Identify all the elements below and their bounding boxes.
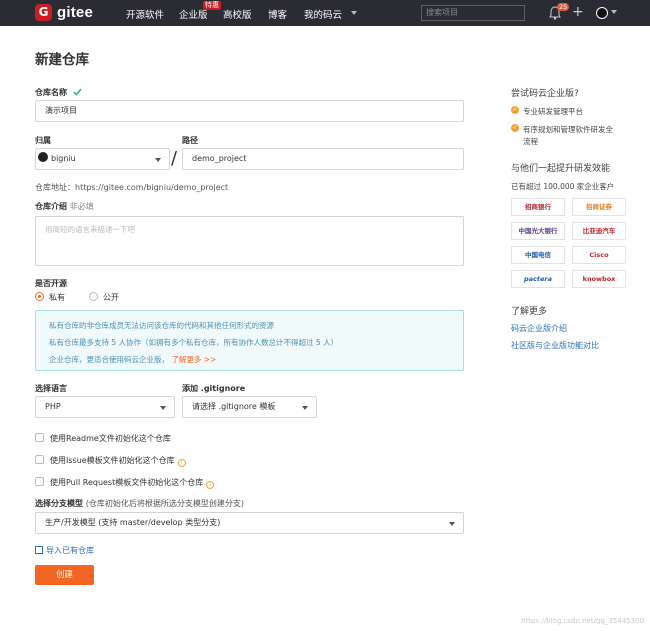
description-label: 仓库介绍 非必填 (35, 202, 94, 211)
avatar (38, 152, 48, 162)
owner-value: bigniu (51, 154, 76, 163)
path-input[interactable]: demo_project (182, 148, 464, 170)
readme-checkbox[interactable] (35, 433, 44, 442)
repo-address: 仓库地址：https://gitee.com/bigniu/demo_proje… (35, 183, 229, 192)
edition-compare-link[interactable]: 社区版与企业版功能对比 (511, 340, 599, 351)
promo-badge: 特惠 (203, 1, 221, 10)
chevron-down-icon (351, 11, 357, 15)
chevron-down-icon (449, 522, 455, 526)
learn-more-title: 了解更多 (511, 307, 548, 317)
customer-logo: 中国电信 (511, 246, 565, 264)
issue-template-checkbox[interactable] (35, 455, 44, 464)
search-input[interactable]: 搜索项目 (421, 5, 525, 21)
repo-name-label: 仓库名称 (35, 87, 82, 98)
language-label: 选择语言 (35, 384, 67, 393)
customer-logo: Cisco (572, 246, 626, 264)
customer-logo: knowbox (572, 270, 626, 288)
page-title: 新建仓库 (35, 52, 89, 68)
private-info-box: 私有仓库的非仓库成员无法访问该仓库的代码和其他任何形式的资源 私有仓库最多支持 … (35, 310, 464, 371)
import-repo-link[interactable]: 导入已有仓库 (35, 545, 94, 556)
nav-open-source[interactable]: 开源软件 (126, 7, 164, 21)
customer-logo: 招商证券 (572, 198, 626, 216)
gitee-logo[interactable]: G gitee (35, 4, 93, 21)
user-avatar[interactable] (596, 7, 608, 19)
language-select[interactable]: PHP (35, 396, 175, 418)
branch-model-label: 选择分支模型 (仓库初始化后将根据所选分支模型创建分支) (35, 499, 245, 508)
owner-select[interactable]: bigniu (35, 148, 170, 170)
chevron-down-icon (155, 158, 161, 162)
check-circle-icon: ✓ (511, 106, 519, 114)
path-separator: / (171, 148, 178, 169)
private-radio[interactable] (35, 292, 44, 301)
info-line-2: 私有仓库最多支持 5 人协作（如拥有多个私有仓库，所有协作人数总计不得超过 5 … (49, 338, 339, 347)
branch-model-select[interactable]: 生产/开发模型 (支持 master/develop 类型分支) (35, 512, 464, 534)
info-line-1: 私有仓库的非仓库成员无法访问该仓库的代码和其他任何形式的资源 (49, 321, 274, 330)
nav-my-gitee[interactable]: 我的码云 (304, 7, 342, 21)
issue-template-label: 使用Issue模板文件初始化这个仓库 i (50, 455, 186, 467)
notification-count: 25 (557, 3, 570, 11)
check-circle-icon: ✓ (511, 124, 519, 132)
owner-label: 归属 (35, 136, 51, 145)
private-label: 私有 (49, 293, 65, 302)
top-nav: G gitee 开源软件 企业版 特惠 高校版 博客 我的码云 搜索项目 25 … (0, 0, 650, 26)
gitignore-label: 添加 .gitignore (182, 384, 246, 393)
gitignore-select[interactable]: 请选择 .gitignore 模板 (182, 396, 317, 418)
chevron-down-icon (160, 406, 166, 410)
info-line-3: 企业仓库，更适合使用码云企业版， 了解更多 >> (49, 355, 217, 364)
pr-template-checkbox[interactable] (35, 477, 44, 486)
import-icon (35, 546, 43, 554)
chevron-down-icon[interactable] (611, 10, 617, 14)
chevron-down-icon (302, 406, 308, 410)
enterprise-intro-link[interactable]: 码云企业版介绍 (511, 323, 567, 334)
gitee-logo-icon: G (35, 4, 52, 21)
learn-more-link[interactable]: 了解更多 >> (171, 355, 216, 364)
plus-icon[interactable]: + (572, 4, 584, 20)
repo-name-input[interactable]: 演示项目 (35, 100, 464, 122)
customers-text: 已有超过 100,000 家企业客户 (511, 182, 615, 191)
watermark: https://blog.csdn.net/qq_35445300 (521, 617, 644, 625)
readme-checkbox-label: 使用Readme文件初始化这个仓库 (50, 434, 171, 443)
public-label: 公开 (103, 293, 119, 302)
info-icon[interactable]: i (177, 459, 186, 467)
customer-logo: pactera (511, 270, 565, 288)
pr-template-label: 使用Pull Request模板文件初始化这个仓库 i (50, 477, 215, 489)
customer-logo: 招商银行 (511, 198, 565, 216)
enterprise-try-title: 尝试码云企业版? (511, 89, 579, 99)
nav-education[interactable]: 高校版 (223, 7, 252, 21)
feature-item: 专业研发管理平台 (523, 107, 583, 116)
check-icon (73, 88, 82, 96)
together-title: 与他们一起提升研发效能 (511, 164, 611, 174)
nav-blog[interactable]: 博客 (268, 7, 287, 21)
info-icon[interactable]: i (206, 481, 215, 489)
path-label: 路径 (182, 136, 198, 145)
create-button[interactable]: 创建 (35, 565, 94, 585)
feature-item: 有序规划和管理软件研发全 (523, 125, 613, 134)
customer-logo: 中国光大银行 (511, 222, 565, 240)
customer-logo: 比亚迪汽车 (572, 222, 626, 240)
open-source-label: 是否开源 (35, 279, 67, 288)
gitee-logo-text: gitee (57, 4, 94, 21)
public-radio[interactable] (89, 292, 98, 301)
description-textarea[interactable]: 用简短的语言来描述一下吧 (35, 216, 464, 266)
feature-item-cont: 流程 (523, 137, 538, 146)
